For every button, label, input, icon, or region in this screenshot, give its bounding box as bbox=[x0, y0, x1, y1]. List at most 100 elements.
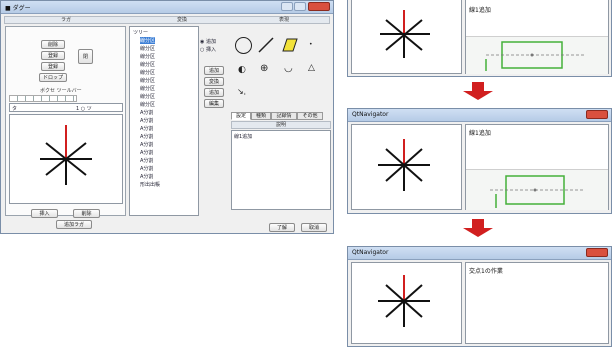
toolbar-subheader: ボクセ ツールバー bbox=[40, 88, 82, 94]
tree-item[interactable]: A分割 bbox=[140, 125, 153, 132]
down-arrow-2 bbox=[463, 219, 493, 239]
main-dialog-window: ■ ダグー ラガ 変換 表現 削除 登録 登録 ドロップ 閉 ボクセ ツールバー… bbox=[0, 0, 334, 234]
group-header-tags: ラガ bbox=[61, 17, 72, 23]
insert-button[interactable]: 挿入 bbox=[31, 209, 58, 218]
tree-item[interactable]: A分割 bbox=[140, 141, 153, 148]
tree-item[interactable]: A分割 bbox=[140, 173, 153, 180]
dot-tool-icon[interactable]: • bbox=[309, 41, 313, 48]
tree-item[interactable]: 線分区 bbox=[140, 61, 155, 68]
nav2-close-button[interactable] bbox=[586, 110, 608, 119]
nav3-title-bar[interactable]: QtNavigator bbox=[348, 247, 611, 260]
tree-item[interactable]: 線分区 bbox=[140, 85, 155, 92]
radio-insert-label: 挿入 bbox=[205, 47, 216, 53]
nav1-memo-text: 線1追加 bbox=[469, 7, 491, 14]
tree-item[interactable]: A分割 bbox=[140, 109, 153, 116]
nav3-memo-text: 交点1の作業 bbox=[469, 268, 503, 275]
tree-item[interactable]: A分割 bbox=[140, 157, 153, 164]
crescent-tool-icon[interactable]: ◐ bbox=[238, 65, 246, 75]
add-tag-button[interactable]: 追加ラガ bbox=[56, 220, 92, 229]
junction-symbol-icon bbox=[378, 139, 430, 191]
mid-button-edit[interactable]: 編集 bbox=[204, 99, 224, 108]
register-button[interactable]: 登録 bbox=[41, 51, 65, 60]
mid-button-convert[interactable]: 変換 bbox=[204, 77, 224, 86]
tab-other[interactable]: その他 bbox=[297, 112, 323, 120]
ok-button[interactable]: 了解 bbox=[269, 223, 295, 232]
down-arrow-1 bbox=[463, 82, 493, 102]
radio-add[interactable]: ◉ 追加 bbox=[200, 38, 216, 45]
group-header-expression: 表現 bbox=[279, 17, 290, 23]
nav3-memo-area[interactable]: 交点1の作業 bbox=[465, 262, 609, 344]
junction-symbol-icon bbox=[378, 275, 430, 327]
nav3-close-button[interactable] bbox=[586, 248, 608, 257]
symbol-preview-canvas[interactable] bbox=[9, 114, 123, 204]
type-field-label: タ bbox=[12, 106, 18, 112]
tab-settings[interactable]: 設定 bbox=[231, 112, 251, 120]
arrow-tool-icon[interactable]: ↘ˌ bbox=[237, 87, 246, 96]
memo-header: 説明 bbox=[276, 122, 287, 128]
element-tree-list[interactable]: ツリー 線分区 線分区 線分区 線分区 線分区 線分区 線分区 線分区 線分区 A分割 A分割 A分割… bbox=[129, 26, 199, 216]
drop-tool-icon[interactable]: △ bbox=[308, 63, 315, 73]
minimize-button[interactable] bbox=[281, 2, 293, 11]
radio-add-label: 追加 bbox=[205, 39, 216, 45]
group-header-convert: 変換 bbox=[177, 17, 188, 23]
navigator-window-1: 線1追加 bbox=[347, 0, 612, 77]
mid-button-add[interactable]: 追加 bbox=[204, 66, 224, 75]
junction-symbol-icon bbox=[40, 125, 92, 185]
type-field-value: 1 ○ ツ bbox=[76, 106, 92, 112]
left-panel: 削除 登録 登録 ドロップ 閉 ボクセ ツールバー タ 1 ○ ツ bbox=[5, 26, 126, 216]
tree-item[interactable]: 線分区 bbox=[140, 45, 155, 52]
tree-item[interactable]: 形出出帳 bbox=[140, 181, 160, 188]
nav1-symbol-canvas[interactable] bbox=[351, 0, 462, 74]
tree-root[interactable]: ツリー bbox=[133, 29, 148, 36]
remove-button[interactable]: 削除 bbox=[73, 209, 100, 218]
grid-tool-icon[interactable]: ⊕ bbox=[260, 63, 268, 74]
tree-item[interactable]: 線分区 bbox=[140, 53, 155, 60]
drop-button[interactable]: ドロップ bbox=[39, 73, 67, 82]
nav2-memo-area[interactable]: 線1追加 bbox=[465, 124, 609, 210]
nav3-title: QtNavigator bbox=[352, 249, 389, 256]
nav2-preview-strip bbox=[466, 169, 608, 210]
main-title-bar[interactable]: ■ ダグー bbox=[1, 1, 333, 14]
nav2-symbol-canvas[interactable] bbox=[351, 124, 462, 210]
type-field[interactable]: タ 1 ○ ツ bbox=[9, 103, 123, 112]
radio-insert[interactable]: ○ 挿入 bbox=[200, 46, 216, 53]
tab-records[interactable]: 記録情 bbox=[271, 112, 297, 120]
nav2-title-bar[interactable]: QtNavigator bbox=[348, 109, 611, 122]
nav2-title: QtNavigator bbox=[352, 111, 389, 118]
mid-button-add-2[interactable]: 追加 bbox=[204, 88, 224, 97]
nav1-preview-strip bbox=[466, 36, 608, 74]
icon-toolbar-strip[interactable] bbox=[9, 95, 77, 102]
circle-tool-icon[interactable] bbox=[235, 37, 252, 54]
nav1-memo-area[interactable]: 線1追加 bbox=[465, 0, 609, 74]
navigator-window-3: QtNavigator 交点1の作業 bbox=[347, 246, 612, 347]
tree-item[interactable]: 線分区 bbox=[140, 77, 155, 84]
cancel-button[interactable]: 取消 bbox=[301, 223, 327, 232]
tree-item[interactable]: 線分区 bbox=[140, 69, 155, 76]
tree-item[interactable]: 線分区 bbox=[140, 37, 156, 44]
cup-tool-icon[interactable]: ◡ bbox=[284, 63, 293, 74]
delete-button[interactable]: 削除 bbox=[41, 40, 65, 49]
nav2-preview-graphic bbox=[490, 175, 584, 208]
navigator-window-2: QtNavigator 線1追加 bbox=[347, 108, 612, 214]
maximize-button[interactable] bbox=[294, 2, 306, 11]
memo-text: 線1追加 bbox=[234, 134, 253, 140]
junction-symbol-icon bbox=[380, 10, 430, 58]
tab-types[interactable]: 種類 bbox=[251, 112, 271, 120]
tree-item[interactable]: A分割 bbox=[140, 133, 153, 140]
radio-group: ◉ 追加 ○ 挿入 bbox=[200, 38, 230, 58]
register-button-2[interactable]: 登録 bbox=[41, 62, 65, 71]
nav1-preview-graphic bbox=[485, 41, 586, 71]
main-window-title: ■ ダグー bbox=[5, 5, 31, 12]
tree-item[interactable]: 線分区 bbox=[140, 101, 155, 108]
memo-textarea[interactable]: 線1追加 bbox=[231, 130, 331, 210]
tree-item[interactable]: A分割 bbox=[140, 149, 153, 156]
nav2-memo-text: 線1追加 bbox=[469, 130, 491, 137]
tree-item[interactable]: A分割 bbox=[140, 117, 153, 124]
close-button[interactable] bbox=[308, 2, 330, 11]
tree-item[interactable]: 線分区 bbox=[140, 93, 155, 100]
parallelogram-tool-icon[interactable] bbox=[282, 38, 298, 52]
line-tool-icon[interactable] bbox=[258, 37, 274, 53]
tree-item[interactable]: A分割 bbox=[140, 165, 153, 172]
nav3-symbol-canvas[interactable] bbox=[351, 262, 462, 344]
side-button[interactable]: 閉 bbox=[78, 49, 93, 64]
